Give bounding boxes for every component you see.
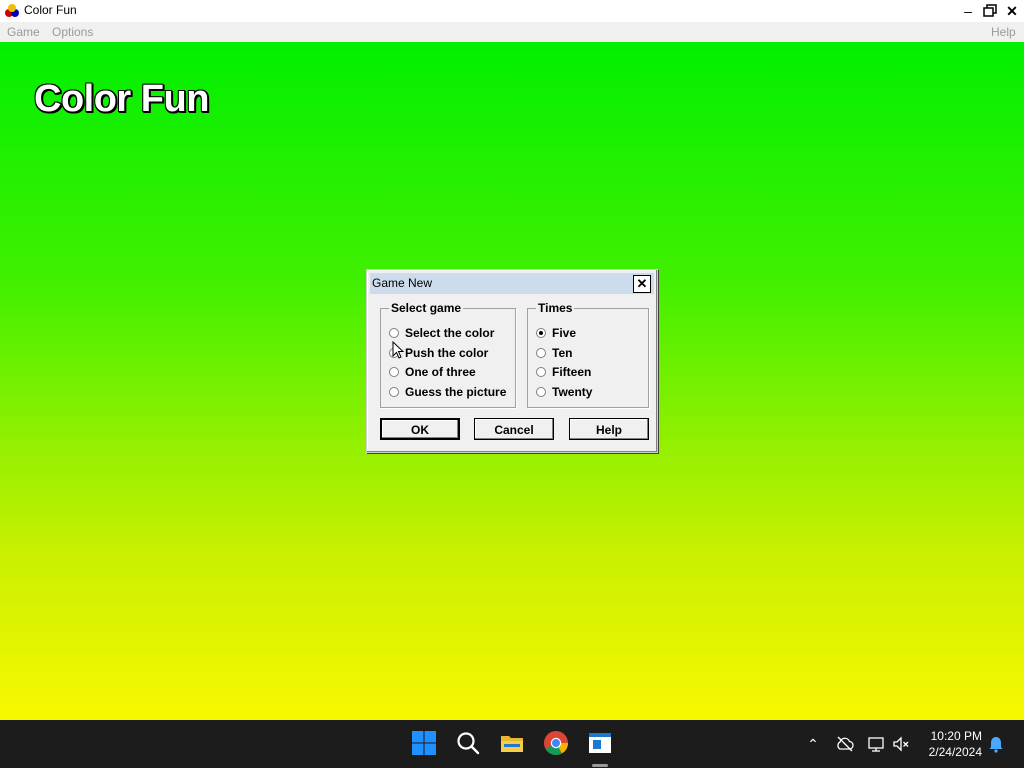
- window-title: Color Fun: [24, 3, 77, 17]
- radio-button[interactable]: [536, 348, 546, 358]
- radio-label: Push the color: [405, 346, 489, 360]
- radio-label: Guess the picture: [405, 385, 507, 399]
- close-icon: ✕: [1006, 3, 1018, 19]
- color-balls-icon: [5, 4, 19, 17]
- window-titlebar[interactable]: Color Fun ‒ ✕: [0, 0, 1024, 22]
- radio-guess-the-picture[interactable]: Guess the picture: [389, 384, 506, 400]
- radio-button[interactable]: [536, 387, 546, 397]
- color-fun-app-icon[interactable]: [587, 730, 613, 756]
- dialog-title: Game New: [372, 276, 433, 290]
- dialog-close-button[interactable]: ✕: [633, 275, 651, 293]
- help-button[interactable]: Help: [569, 418, 649, 440]
- system-clock[interactable]: 10:20 PM 2/24/2024: [929, 728, 982, 760]
- radio-select-the-color[interactable]: Select the color: [389, 325, 494, 341]
- radio-button[interactable]: [389, 367, 399, 377]
- ok-button[interactable]: OK: [380, 418, 460, 440]
- times-group: Times Five Ten Fifteen Twenty: [527, 301, 649, 408]
- chrome-icon[interactable]: [543, 730, 569, 756]
- menu-game[interactable]: Game: [7, 25, 40, 39]
- network-icon[interactable]: [866, 734, 886, 754]
- taskbar: ⌃ 10:20 PM 2/24/2024: [0, 720, 1024, 768]
- radio-label: Select the color: [405, 326, 495, 340]
- search-icon[interactable]: [455, 730, 481, 756]
- close-icon: ✕: [636, 276, 648, 291]
- dialog-titlebar[interactable]: Game New ✕: [370, 273, 654, 294]
- game-title: Color Fun: [34, 78, 209, 120]
- radio-label: One of three: [405, 365, 476, 379]
- radio-button[interactable]: [389, 387, 399, 397]
- menu-bar: Game Options Help: [0, 22, 1024, 42]
- radio-one-of-three[interactable]: One of three: [389, 364, 476, 380]
- radio-twenty[interactable]: Twenty: [536, 384, 592, 400]
- menu-help[interactable]: Help: [991, 25, 1016, 39]
- radio-label: Fifteen: [552, 365, 592, 379]
- radio-button[interactable]: [536, 367, 546, 377]
- start-icon[interactable]: [411, 730, 437, 756]
- select-game-legend: Select game: [389, 301, 464, 315]
- mouse-pointer-icon: [392, 341, 404, 359]
- restore-button[interactable]: [980, 2, 1000, 20]
- minimize-button[interactable]: ‒: [958, 2, 978, 20]
- chevron-up-icon[interactable]: ⌃: [803, 734, 823, 754]
- radio-ten[interactable]: Ten: [536, 345, 572, 361]
- clock-time: 10:20 PM: [930, 729, 982, 743]
- menu-options[interactable]: Options: [52, 25, 93, 39]
- minimize-icon: ‒: [964, 3, 972, 19]
- volume-muted-icon[interactable]: [891, 734, 911, 754]
- radio-five[interactable]: Five: [536, 325, 576, 341]
- close-button[interactable]: ✕: [1002, 2, 1022, 20]
- restore-icon: [983, 4, 997, 17]
- radio-fifteen[interactable]: Fifteen: [536, 364, 591, 380]
- clock-date: 2/24/2024: [928, 745, 982, 759]
- active-app-indicator: [592, 764, 608, 767]
- times-legend: Times: [536, 301, 575, 315]
- radio-button-checked[interactable]: [536, 328, 546, 338]
- file-explorer-icon[interactable]: [499, 730, 525, 756]
- game-new-dialog: Game New ✕ Select game Select the color …: [366, 269, 658, 453]
- radio-button[interactable]: [389, 328, 399, 338]
- notification-bell-icon[interactable]: [986, 734, 1006, 754]
- radio-label: Twenty: [552, 385, 593, 399]
- radio-label: Five: [552, 326, 577, 340]
- cloud-offline-icon[interactable]: [835, 734, 855, 754]
- cancel-button[interactable]: Cancel: [474, 418, 554, 440]
- radio-label: Ten: [552, 346, 573, 360]
